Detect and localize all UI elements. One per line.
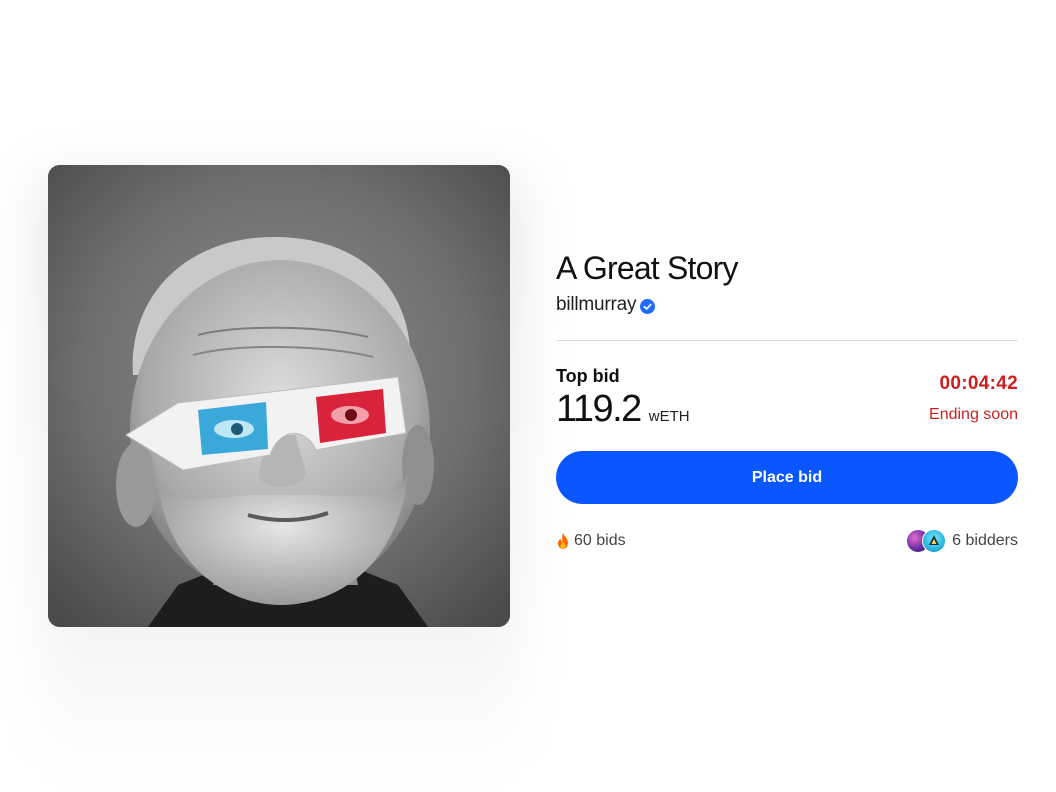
top-bid-amount: 119.2 xyxy=(556,388,642,430)
bid-amount-row: 119.2 wETH xyxy=(556,389,690,429)
bids-count[interactable]: 60 bids xyxy=(556,532,626,550)
top-bid-label: Top bid xyxy=(556,366,620,386)
auction-stats: 60 bids 6 bidders xyxy=(556,528,1018,554)
artwork-image[interactable] xyxy=(48,165,510,627)
auction-page: A Great Story billmurray Top bid 119.2 w… xyxy=(0,0,1056,792)
bidders-count-label: 6 bidders xyxy=(952,532,1018,549)
avatar xyxy=(922,529,947,553)
creator-link[interactable]: billmurray xyxy=(556,294,637,316)
bidders[interactable]: 6 bidders xyxy=(906,529,1018,553)
creator-row: billmurray xyxy=(556,292,1018,318)
auction-panel: A Great Story billmurray Top bid 119.2 w… xyxy=(556,248,1018,554)
bids-count-label: 60 bids xyxy=(574,532,626,549)
bid-summary: Top bid 119.2 wETH 00:04:42 Ending soon xyxy=(556,365,1018,429)
place-bid-button[interactable]: Place bid xyxy=(556,451,1018,504)
avatar-art-icon xyxy=(929,535,940,545)
bid-currency: wETH xyxy=(648,408,690,425)
divider xyxy=(556,340,1018,341)
bidder-avatars xyxy=(906,529,947,553)
ending-status: Ending soon xyxy=(929,406,1018,423)
artwork-title: A Great Story xyxy=(556,250,738,286)
fire-icon xyxy=(558,533,568,549)
countdown-block: 00:04:42 Ending soon xyxy=(929,365,1018,429)
top-bid-block: Top bid 119.2 wETH xyxy=(556,365,690,429)
portrait-3d-glasses-icon xyxy=(48,165,510,627)
verified-check-icon xyxy=(640,299,656,314)
countdown-timer: 00:04:42 xyxy=(939,373,1018,394)
